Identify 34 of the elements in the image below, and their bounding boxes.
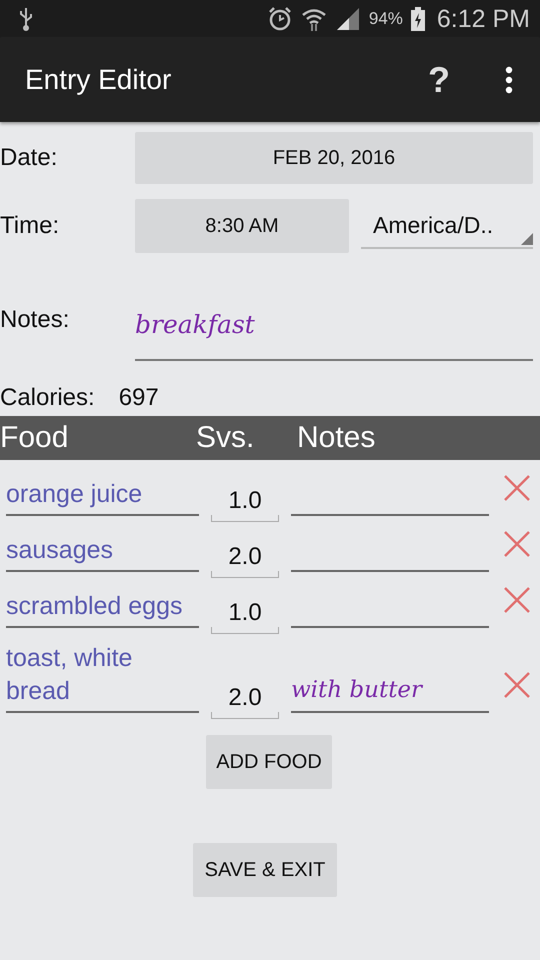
alarm-clock-icon: [266, 6, 293, 32]
screen-title: Entry Editor: [25, 64, 172, 96]
time-label: Time:: [0, 212, 60, 240]
wifi-icon: [300, 6, 327, 32]
signal-icon: [334, 6, 361, 32]
delete-icon[interactable]: [503, 530, 531, 558]
save-exit-button[interactable]: SAVE & EXIT: [193, 843, 337, 897]
food-name-field[interactable]: sausages: [6, 534, 199, 572]
help-button[interactable]: ?: [426, 59, 452, 101]
dropdown-arrow-icon: [521, 233, 533, 245]
calories-label: Calories:: [0, 384, 95, 412]
notes-label: Notes:: [0, 306, 70, 334]
notes-field[interactable]: breakfast: [135, 289, 533, 361]
delete-icon[interactable]: [503, 586, 531, 614]
date-button[interactable]: FEB 20, 2016: [135, 132, 533, 184]
food-name-field[interactable]: toast, white bread: [6, 642, 199, 713]
timezone-dropdown[interactable]: America/D..: [361, 203, 533, 249]
food-notes-field[interactable]: with butter: [291, 677, 489, 713]
battery-percent: 94%: [368, 9, 403, 29]
usb-icon: [18, 6, 34, 32]
delete-icon[interactable]: [503, 474, 531, 502]
column-header: Food: [0, 421, 70, 455]
column-header: Notes: [297, 421, 376, 455]
food-name-field[interactable]: scrambled eggs: [6, 590, 199, 628]
overflow-menu-icon[interactable]: [504, 66, 514, 94]
add-food-button[interactable]: ADD FOOD: [206, 735, 332, 789]
date-label: Date:: [0, 144, 58, 172]
column-header: Svs.: [196, 421, 256, 455]
delete-icon[interactable]: [503, 671, 531, 699]
calories-value: 697: [118, 384, 159, 412]
clock-time: 6:12 PM: [436, 4, 530, 34]
food-name-field[interactable]: orange juice: [6, 478, 199, 516]
battery-charging-icon: [410, 7, 425, 31]
time-button[interactable]: 8:30 AM: [135, 199, 349, 253]
